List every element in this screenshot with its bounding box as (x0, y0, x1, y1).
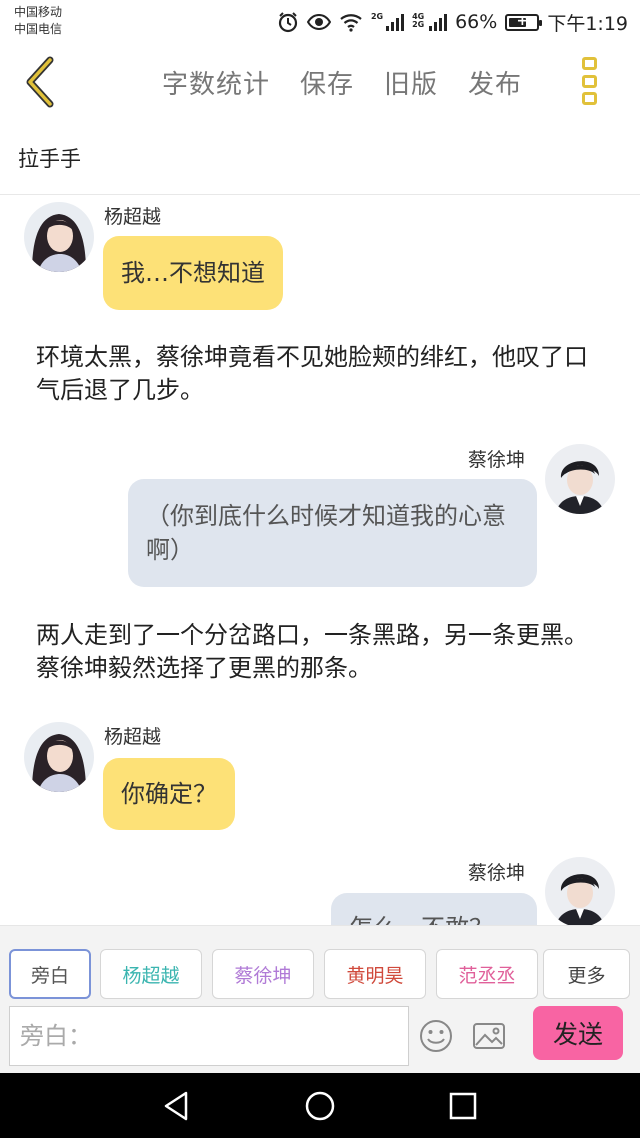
send-button[interactable]: 发送 (533, 1006, 623, 1060)
chat-bubble-right[interactable]: 怎么，不敢？ (331, 893, 537, 925)
role-chip-huang-minghao[interactable]: 黄明昊 (324, 949, 426, 999)
nav-recents-button[interactable] (446, 1089, 480, 1123)
story-title[interactable]: 拉手手 (18, 143, 81, 173)
story-content[interactable]: 杨超越 我…不想知道 环境太黑，蔡徐坤竟看不见她脸颊的绯红，他叹了口气后退了几步… (0, 195, 640, 925)
message-input[interactable] (20, 1007, 408, 1065)
alarm-icon (277, 11, 299, 33)
more-options-button[interactable] (578, 54, 600, 108)
more-dot (581, 92, 597, 105)
old-version-button[interactable]: 旧版 (384, 64, 438, 101)
circle-home-icon (305, 1091, 335, 1121)
narration-text[interactable]: 环境太黑，蔡徐坤竟看不见她脸颊的绯红，他叹了口气后退了几步。 (36, 341, 611, 407)
role-chip-yang-chaoyue[interactable]: 杨超越 (100, 949, 202, 999)
nav-back-button[interactable] (160, 1089, 194, 1123)
speaker-name: 蔡徐坤 (468, 449, 526, 471)
avatar-boy-icon (545, 857, 615, 925)
eye-icon (306, 13, 331, 31)
battery-percent: 66% (455, 11, 498, 33)
triangle-back-icon (164, 1091, 188, 1121)
status-icons: 2G 4G 2G 66% + 下午1:19 (277, 8, 628, 36)
system-nav-bar (0, 1073, 640, 1138)
battery-icon: + (505, 12, 543, 31)
status-time: 下午1:19 (547, 12, 628, 35)
avatar-yang-chaoyue[interactable] (24, 722, 94, 792)
charging-icon: + (516, 12, 529, 29)
emoji-button[interactable] (418, 1018, 454, 1054)
nav-home-button[interactable] (303, 1089, 337, 1123)
avatar-cai-xukun[interactable] (545, 857, 615, 925)
role-chip-cai-xukun[interactable]: 蔡徐坤 (212, 949, 314, 999)
narration-text[interactable]: 两人走到了一个分岔路口，一条黑路，另一条更黑。蔡徐坤毅然选择了更黑的那条。 (36, 619, 611, 685)
status-bar: 中国移动 中国电信 2G 4G 2G 66% + 下午1:19 (0, 0, 640, 44)
chat-bubble-left[interactable]: 我…不想知道 (103, 236, 283, 310)
avatar-yang-chaoyue[interactable] (24, 202, 94, 272)
role-chip-narrator[interactable]: 旁白 (9, 949, 91, 999)
chat-bubble-left[interactable]: 你确定？ (103, 758, 235, 830)
image-button[interactable] (471, 1018, 507, 1054)
avatar-boy-icon (545, 444, 615, 514)
back-button[interactable] (20, 54, 64, 110)
speaker-name: 杨超越 (104, 726, 162, 748)
signal-2-label: 4G 2G (412, 12, 425, 29)
signal-1-label: 2G (370, 12, 384, 21)
role-chip-more[interactable]: 更多 (543, 949, 630, 999)
more-dot (581, 57, 597, 70)
avatar-girl-icon (24, 202, 94, 272)
signal-2-icon: 4G 2G (412, 12, 448, 31)
input-panel: 旁白 杨超越 蔡徐坤 黄明昊 范丞丞 更多 发送 (0, 925, 640, 1073)
top-toolbar: 字数统计 保存 旧版 发布 (0, 44, 640, 120)
signal-1-icon: 2G (370, 12, 405, 31)
carrier-1: 中国移动 (14, 5, 63, 19)
toolbar-actions: 字数统计 保存 旧版 发布 (162, 64, 522, 101)
avatar-girl-icon (24, 722, 94, 792)
publish-button[interactable]: 发布 (468, 64, 522, 101)
speaker-name: 杨超越 (104, 206, 162, 228)
role-chip-fan-chengcheng[interactable]: 范丞丞 (436, 949, 538, 999)
chevron-left-icon (26, 56, 54, 108)
message-input-box[interactable] (9, 1006, 409, 1066)
more-dot (581, 74, 597, 88)
image-icon (473, 1023, 505, 1049)
save-button[interactable]: 保存 (300, 64, 354, 101)
speaker-name: 蔡徐坤 (468, 862, 526, 884)
square-recents-icon (449, 1092, 477, 1120)
word-count-button[interactable]: 字数统计 (162, 64, 270, 101)
emoji-icon (420, 1020, 452, 1052)
wifi-icon (339, 12, 363, 32)
avatar-cai-xukun[interactable] (545, 444, 615, 514)
carrier-2: 中国电信 (14, 22, 63, 36)
carrier-info: 中国移动 中国电信 (14, 4, 62, 38)
chat-bubble-right[interactable]: （你到底什么时候才知道我的心意啊） (128, 479, 537, 587)
